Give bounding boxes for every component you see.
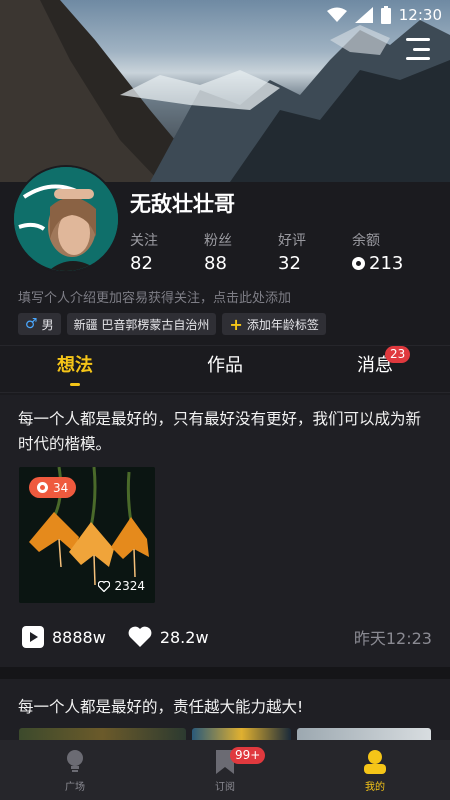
profile-page: 12:30 无敌壮壮哥 关注 82 粉丝 88 好评 32 余额 213 填写个… (0, 0, 450, 800)
post-card[interactable]: 每一个人都是最好的，只有最好没有更好，我们可以成为新时代的楷模。 34 2324 (0, 395, 450, 667)
plays-stat[interactable]: 8888w (22, 626, 106, 648)
tab-label: 想法 (57, 355, 93, 376)
nav-mine[interactable]: 我的 (300, 740, 450, 800)
bottom-nav: 广场 订阅 99+ 我的 (0, 740, 450, 800)
stat-label: 粉丝 (204, 233, 232, 249)
coin-icon (352, 257, 365, 270)
nav-square[interactable]: 广场 (0, 740, 150, 800)
post-divider (0, 667, 450, 679)
nav-label: 广场 (65, 782, 85, 793)
coin-icon (37, 482, 48, 493)
stat-value: 213 (369, 253, 404, 274)
location-label: 新疆 巴音郭楞蒙古自治州 (73, 317, 210, 332)
post-text: 每一个人都是最好的，责任越大能力越大! (18, 698, 304, 716)
tab-messages[interactable]: 消息 23 (300, 346, 450, 392)
post-image[interactable]: 34 2324 (19, 467, 155, 603)
image-likes: 2324 (98, 579, 145, 593)
tab-works[interactable]: 作品 (150, 346, 300, 392)
username: 无敌壮壮哥 (130, 192, 235, 216)
cover-image[interactable] (0, 0, 450, 182)
avatar[interactable] (12, 165, 120, 273)
post-time: 昨天12:23 (353, 629, 432, 648)
add-age-tag-button[interactable]: + 添加年龄标签 (222, 313, 326, 335)
content-tabs: 想法 作品 消息 23 (0, 345, 450, 393)
messages-badge: 23 (385, 346, 411, 363)
image-coin-count: 34 (53, 480, 69, 495)
like-button[interactable]: 28.2w (128, 626, 209, 648)
menu-icon[interactable] (406, 38, 430, 60)
location-tag[interactable]: 新疆 巴音郭楞蒙古自治州 (66, 313, 217, 335)
plus-icon: + (229, 314, 243, 334)
gender-label: 男 (41, 317, 54, 332)
stat-value: 32 (278, 253, 301, 274)
wifi-icon (326, 7, 347, 22)
bulb-icon (67, 750, 83, 772)
tab-ideas[interactable]: 想法 (0, 346, 150, 392)
heart-icon (128, 626, 152, 647)
nav-label: 订阅 (215, 782, 235, 793)
image-likes-count: 2324 (114, 579, 145, 593)
nav-label: 我的 (365, 782, 385, 793)
stat-label: 关注 (130, 233, 158, 249)
post-meta: 8888w 28.2w 昨天12:23 (22, 625, 432, 649)
intro-placeholder[interactable]: 填写个人介绍更加容易获得关注，点击此处添加 (18, 287, 291, 306)
add-age-label: 添加年龄标签 (246, 317, 319, 332)
gender-tag[interactable]: ♂ 男 (18, 313, 61, 335)
subscribe-badge: 99+ (230, 747, 266, 764)
likes-count: 28.2w (159, 627, 209, 647)
stat-ratings[interactable]: 好评 32 (278, 230, 352, 274)
post-text: 每一个人都是最好的，只有最好没有更好，我们可以成为新时代的楷模。 (18, 410, 422, 453)
user-icon (364, 750, 386, 774)
stat-following[interactable]: 关注 82 (130, 230, 204, 274)
play-icon (22, 626, 44, 648)
stat-value-wrap: 213 (352, 253, 426, 274)
profile-tags: ♂ 男 新疆 巴音郭楞蒙古自治州 + 添加年龄标签 (18, 313, 326, 335)
image-coin-badge: 34 (29, 477, 77, 498)
stat-value: 88 (204, 253, 227, 274)
nav-subscribe[interactable]: 订阅 99+ (150, 740, 300, 800)
heart-icon (98, 580, 111, 592)
stat-label: 余额 (352, 233, 380, 249)
battery-icon (380, 6, 391, 24)
stat-label: 好评 (278, 233, 306, 249)
stat-balance[interactable]: 余额 213 (352, 230, 426, 274)
status-time: 12:30 (398, 6, 442, 24)
status-bar: 12:30 (326, 4, 442, 26)
stat-value: 82 (130, 253, 153, 274)
plays-count: 8888w (52, 627, 106, 647)
profile-stats: 关注 82 粉丝 88 好评 32 余额 213 (130, 230, 426, 274)
stat-followers[interactable]: 粉丝 88 (204, 230, 278, 274)
male-icon: ♂ (25, 316, 38, 332)
tab-label: 作品 (207, 355, 243, 376)
signal-icon (354, 7, 373, 23)
